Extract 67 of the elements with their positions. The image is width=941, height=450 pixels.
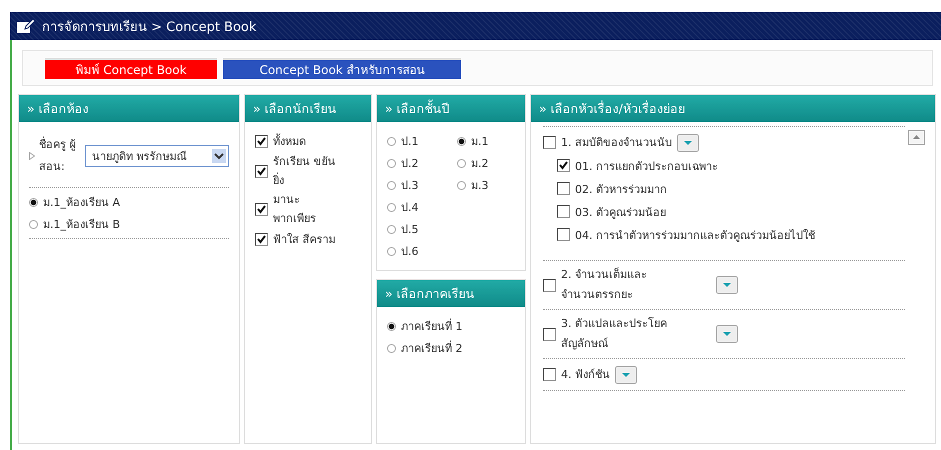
- radio-button[interactable]: [387, 202, 396, 212]
- checkbox[interactable]: [543, 278, 556, 292]
- radio-button[interactable]: [29, 220, 38, 228]
- subtopic-label: 04. การนำตัวหารร่วมมากและตัวคูณร่วมน้อยไปใช้: [575, 228, 815, 244]
- teacher-label: ชื่อครู ผู้ สอน:: [38, 136, 76, 175]
- radio-button[interactable]: [457, 158, 466, 168]
- grade-label: ม.3: [471, 178, 488, 194]
- semester-label: ภาคเรียนที่ 2: [401, 340, 462, 357]
- student-name: ทั้งหมด: [273, 132, 307, 150]
- grade-label: ป.1: [401, 134, 418, 150]
- radio-button[interactable]: [387, 224, 396, 234]
- scroll-up-button[interactable]: [908, 130, 925, 145]
- radio-button[interactable]: [387, 180, 396, 190]
- checkbox[interactable]: [255, 232, 268, 246]
- radio-button[interactable]: [387, 344, 396, 352]
- radio-button[interactable]: [387, 136, 396, 146]
- topic-label: 2. จำนวนเต็มและจำนวนตรรกยะ: [561, 266, 648, 303]
- topic-label: 3. ตัวแปลและประโยคสัญลักษณ์: [561, 316, 668, 352]
- teacher-select[interactable]: นายภูดิท พรรักษมณี: [85, 145, 229, 167]
- checkbox[interactable]: [557, 182, 570, 195]
- radio-button[interactable]: [457, 136, 466, 146]
- checkbox[interactable]: [557, 159, 570, 172]
- subtopic-label: 01. การแยกตัวประกอบเฉพาะ: [575, 158, 718, 174]
- semester-label: ภาคเรียนที่ 1: [401, 318, 462, 335]
- student-name: มานะ พากเพียร: [273, 192, 317, 227]
- checkbox[interactable]: [255, 134, 268, 148]
- panel-header: » เลือกภาคเรียน: [377, 280, 525, 307]
- topic-label: 4. ฟังก์ชัน: [561, 366, 610, 382]
- radio-button[interactable]: [457, 180, 466, 190]
- panel-header: » เลือกนักเรียน: [245, 95, 371, 122]
- grade-label: ป.6: [401, 244, 418, 260]
- checkbox[interactable]: [255, 202, 268, 216]
- dropdown-button[interactable]: [615, 366, 637, 384]
- checkbox[interactable]: [557, 228, 570, 241]
- room-label: ม.1_ห้องเรียน B: [43, 217, 120, 233]
- checkbox[interactable]: [557, 205, 570, 218]
- radio-button[interactable]: [387, 158, 396, 168]
- edit-icon: [16, 18, 36, 34]
- action-button[interactable]: พิมพ์ Concept Book: [45, 58, 217, 78]
- radio-button[interactable]: [29, 198, 38, 206]
- panel-header: » เลือกห้อง: [19, 95, 239, 122]
- checkbox[interactable]: [543, 328, 556, 340]
- student-name: ฟ้าใส สีคราม: [273, 232, 336, 248]
- grade-label: ม.2: [471, 156, 488, 172]
- breadcrumb-title: การจัดการบทเรียน > Concept Book: [42, 18, 256, 36]
- triangle-icon: [29, 152, 35, 160]
- grade-label: ม.1: [471, 134, 488, 150]
- dropdown-button[interactable]: [716, 325, 738, 343]
- subtopic-label: 03. ตัวคูณร่วมน้อย: [575, 204, 666, 220]
- panel-header: » เลือกหัวเรื่อง/หัวเรื่องย่อย: [531, 95, 935, 122]
- action-button[interactable]: Concept Book สำหรับการสอน: [223, 58, 461, 78]
- checkbox[interactable]: [543, 368, 556, 381]
- topic-label: 1. สมบัติของจำนวนนับ: [561, 134, 672, 150]
- room-label: ม.1_ห้องเรียน A: [43, 195, 120, 211]
- grade-label: ป.5: [401, 222, 418, 238]
- subtopic-label: 02. ตัวหารร่วมมาก: [575, 182, 667, 198]
- student-name: รักเรียน ขยันยิ่ง: [273, 154, 336, 189]
- radio-button[interactable]: [387, 322, 396, 330]
- grade-label: ป.3: [401, 178, 418, 194]
- dropdown-button[interactable]: [677, 134, 699, 152]
- checkbox[interactable]: [543, 136, 556, 149]
- radio-button[interactable]: [387, 246, 396, 256]
- grade-label: ป.2: [401, 156, 418, 172]
- grade-label: ป.4: [401, 200, 418, 216]
- panel-header: » เลือกชั้นปี: [377, 95, 525, 122]
- checkbox[interactable]: [255, 164, 268, 178]
- dropdown-button[interactable]: [716, 276, 738, 294]
